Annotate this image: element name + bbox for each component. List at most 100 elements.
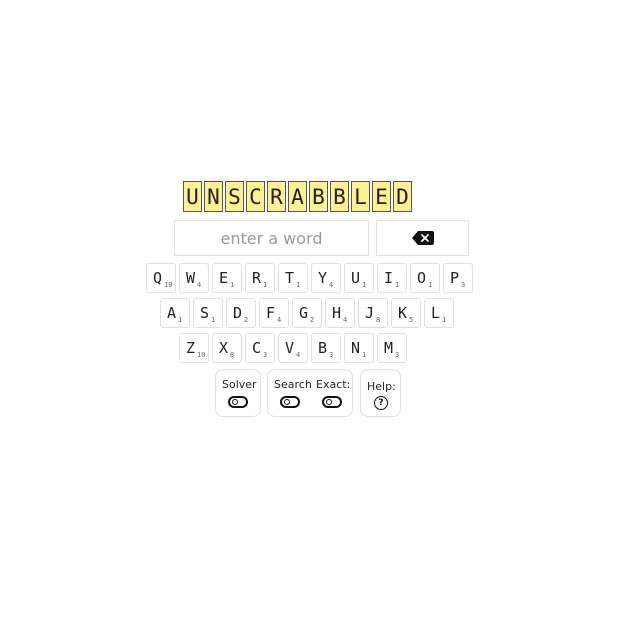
key-score: 4: [197, 281, 202, 289]
key-score: 1: [428, 281, 433, 289]
title-tile: B: [309, 181, 328, 212]
key-letter: C: [252, 339, 262, 357]
key-i[interactable]: I1: [377, 263, 407, 293]
key-score: 1: [296, 281, 301, 289]
key-letter: J: [365, 304, 375, 322]
search-label: Search: [274, 378, 312, 391]
title-tile: A: [288, 181, 307, 212]
solver-control: Solver: [215, 369, 261, 417]
exact-toggle[interactable]: [322, 396, 342, 408]
key-x[interactable]: X8: [212, 333, 242, 363]
backspace-icon: [411, 231, 434, 245]
key-score: 1: [263, 281, 268, 289]
key-score: 1: [395, 281, 400, 289]
key-c[interactable]: C3: [245, 333, 275, 363]
key-letter: O: [417, 269, 427, 287]
key-f[interactable]: F4: [259, 298, 289, 328]
key-a[interactable]: A1: [160, 298, 190, 328]
key-score: 8: [230, 351, 235, 359]
key-score: 3: [263, 351, 268, 359]
key-score: 10: [197, 351, 206, 359]
key-o[interactable]: O1: [410, 263, 440, 293]
key-p[interactable]: P3: [443, 263, 473, 293]
key-letter: N: [351, 339, 361, 357]
key-score: 1: [211, 316, 216, 324]
key-s[interactable]: S1: [193, 298, 223, 328]
title-tile: R: [267, 181, 286, 212]
key-score: 1: [230, 281, 235, 289]
key-letter: X: [219, 339, 229, 357]
key-h[interactable]: H4: [325, 298, 355, 328]
key-letter: G: [299, 304, 309, 322]
key-letter: R: [252, 269, 262, 287]
key-z[interactable]: Z 10: [179, 333, 209, 363]
key-letter: S: [200, 304, 210, 322]
key-score: 4: [329, 281, 334, 289]
title-tile: B: [330, 181, 349, 212]
key-n[interactable]: N1: [344, 333, 374, 363]
key-d[interactable]: D2: [226, 298, 256, 328]
solver-label: Solver: [222, 378, 257, 391]
key-score: 3: [329, 351, 334, 359]
key-u[interactable]: U1: [344, 263, 374, 293]
key-letter: Z: [186, 339, 196, 357]
key-letter: K: [398, 304, 408, 322]
key-score: 3: [461, 281, 466, 289]
key-score: 3: [395, 351, 400, 359]
key-letter: Q: [153, 269, 163, 287]
key-letter: H: [332, 304, 342, 322]
backspace-button[interactable]: [376, 220, 469, 256]
title-tile: D: [393, 181, 412, 212]
keyboard-row-2: A1 S1 D2 F4 G2 H4 J8 K5 L1: [160, 298, 457, 328]
key-letter: T: [285, 269, 295, 287]
key-v[interactable]: V4: [278, 333, 308, 363]
key-score: 8: [376, 316, 381, 324]
keyboard-row-3: Z 10 X8 C3 V4 B3 N1 M3: [179, 333, 410, 363]
key-score: 10: [164, 281, 173, 289]
key-w[interactable]: W4: [179, 263, 209, 293]
key-score: 5: [409, 316, 414, 324]
title-tile: U: [183, 181, 202, 212]
key-letter: U: [351, 269, 361, 287]
key-g[interactable]: G2: [292, 298, 322, 328]
help-icon[interactable]: ?: [374, 396, 388, 410]
title-tile: E: [372, 181, 391, 212]
key-l[interactable]: L1: [424, 298, 454, 328]
key-letter: A: [167, 304, 177, 322]
search-toggle[interactable]: [280, 396, 300, 408]
key-score: 4: [343, 316, 348, 324]
key-score: 4: [296, 351, 301, 359]
key-j[interactable]: J8: [358, 298, 388, 328]
key-letter: F: [266, 304, 276, 322]
key-letter: P: [450, 269, 460, 287]
key-letter: I: [384, 269, 394, 287]
key-m[interactable]: M3: [377, 333, 407, 363]
title-tile: C: [246, 181, 265, 212]
key-b[interactable]: B3: [311, 333, 341, 363]
help-control: Help: ?: [360, 369, 401, 417]
title-tile: N: [204, 181, 223, 212]
key-score: 1: [362, 281, 367, 289]
title-tile: L: [351, 181, 370, 212]
key-r[interactable]: R1: [245, 263, 275, 293]
key-letter: V: [285, 339, 295, 357]
key-y[interactable]: Y4: [311, 263, 341, 293]
key-score: 1: [362, 351, 367, 359]
key-score: 1: [178, 316, 183, 324]
key-score: 2: [244, 316, 249, 324]
key-q[interactable]: Q 10: [146, 263, 176, 293]
key-t[interactable]: T1: [278, 263, 308, 293]
word-input[interactable]: [174, 220, 369, 256]
title-tiles: U N S C R A B B L E D: [183, 181, 414, 212]
keyboard-row-1: Q 10 W4 E1 R1 T1 Y4 U1 I1 O1 P3: [146, 263, 476, 293]
help-label: Help:: [367, 380, 396, 393]
toggle-knob: [232, 399, 238, 405]
key-letter: D: [233, 304, 243, 322]
solver-toggle[interactable]: [228, 396, 248, 408]
key-score: 1: [442, 316, 447, 324]
key-letter: B: [318, 339, 328, 357]
key-e[interactable]: E1: [212, 263, 242, 293]
key-letter: E: [219, 269, 229, 287]
key-score: 2: [310, 316, 315, 324]
key-k[interactable]: K5: [391, 298, 421, 328]
